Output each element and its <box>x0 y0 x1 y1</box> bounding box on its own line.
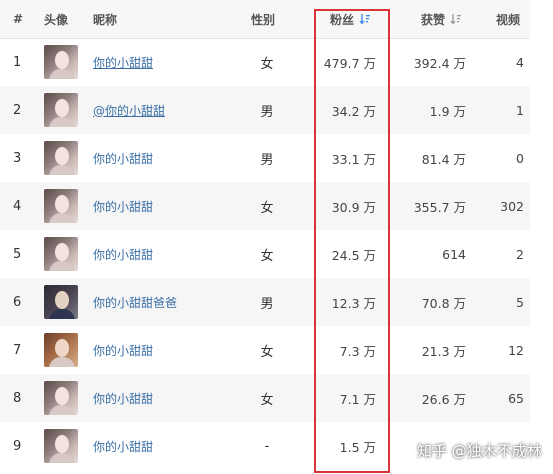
row-gender: 女 <box>260 344 274 360</box>
row-nickname-link[interactable]: 你的小甜甜 <box>93 198 153 215</box>
row-index: 3 <box>13 150 22 166</box>
row-gender: 女 <box>260 248 274 264</box>
row-gender: 女 <box>260 392 274 408</box>
row-videos: 5 <box>516 294 524 310</box>
row-likes: 21.3 万 <box>421 343 466 359</box>
table-header: # 头像 昵称 性别 粉丝 获赞 视频 <box>0 0 530 39</box>
row-index: 6 <box>13 294 22 310</box>
table-row[interactable]: 2 @你的小甜甜 男 34.2 万 1.9 万 1 <box>0 86 530 134</box>
header-gender: 性别 <box>251 12 276 27</box>
row-index: 5 <box>13 246 22 262</box>
row-avatar[interactable] <box>44 326 78 374</box>
row-gender: 男 <box>260 296 274 312</box>
row-nickname-link[interactable]: 你的小甜甜 <box>93 390 153 407</box>
header-likes-sort[interactable]: 获赞 <box>421 0 462 38</box>
table-row[interactable]: 3 你的小甜甜 男 33.1 万 81.4 万 0 <box>0 134 530 182</box>
row-videos: 0 <box>516 150 524 166</box>
row-nickname-link[interactable]: @你的小甜甜 <box>93 102 165 119</box>
row-fans: 7.1 万 <box>339 391 376 407</box>
row-avatar[interactable] <box>44 422 78 470</box>
row-avatar[interactable] <box>44 230 78 278</box>
girl-avatar-icon[interactable] <box>44 141 78 175</box>
row-index: 1 <box>13 54 22 70</box>
row-index: 9 <box>13 438 22 454</box>
table-row[interactable]: 1 你的小甜甜 女 479.7 万 392.4 万 4 <box>0 38 530 86</box>
row-avatar[interactable] <box>44 86 78 134</box>
girl-avatar-icon[interactable] <box>44 189 78 223</box>
row-nickname-link[interactable]: 你的小甜甜 <box>93 150 153 167</box>
row-videos: 65 <box>508 390 524 406</box>
girl-avatar-icon[interactable] <box>44 381 78 415</box>
row-likes: 81.4 万 <box>421 151 466 167</box>
row-index: 4 <box>13 198 22 214</box>
row-fans: 7.3 万 <box>339 343 376 359</box>
row-avatar[interactable] <box>44 278 78 326</box>
boy-avatar-icon[interactable] <box>44 285 78 319</box>
header-index: # <box>13 12 24 26</box>
row-nickname-link[interactable]: 你的小甜甜 <box>93 54 153 71</box>
header-fans-sort[interactable]: 粉丝 <box>330 0 371 38</box>
row-fans: 34.2 万 <box>331 103 376 119</box>
girl-avatar-icon[interactable] <box>44 93 78 127</box>
row-gender: 男 <box>260 104 274 120</box>
header-fans-label: 粉丝 <box>330 12 355 27</box>
row-fans: 1.5 万 <box>339 439 376 455</box>
row-likes: 355.7 万 <box>413 199 466 215</box>
girl-avatar-icon[interactable] <box>44 45 78 79</box>
row-index: 7 <box>13 342 22 358</box>
table-row[interactable]: 4 你的小甜甜 女 30.9 万 355.7 万 302 <box>0 182 530 230</box>
header-videos: 视频 <box>496 12 521 27</box>
row-videos: 1 <box>516 102 524 118</box>
row-likes: 1.9 万 <box>429 103 466 119</box>
page-margin <box>530 0 553 474</box>
row-videos: 2 <box>516 246 524 262</box>
row-index: 8 <box>13 390 22 406</box>
row-nickname-link[interactable]: 你的小甜甜 <box>93 246 153 263</box>
girl-avatar-icon[interactable] <box>44 429 78 463</box>
row-gender: 男 <box>260 152 274 168</box>
row-gender: 女 <box>260 56 274 72</box>
girl-avatar-icon[interactable] <box>44 333 78 367</box>
table-row[interactable]: 8 你的小甜甜 女 7.1 万 26.6 万 65 <box>0 374 530 422</box>
row-fans: 12.3 万 <box>331 295 376 311</box>
row-videos: 302 <box>500 198 524 214</box>
row-likes: 392.4 万 <box>413 55 466 71</box>
row-avatar[interactable] <box>44 374 78 422</box>
row-fans: 30.9 万 <box>331 199 376 215</box>
row-index: 2 <box>13 102 22 118</box>
header-nickname: 昵称 <box>93 12 118 27</box>
watermark: 知乎 @独木不成林 <box>417 442 542 460</box>
row-fans: 33.1 万 <box>331 151 376 167</box>
header-likes-label: 获赞 <box>421 12 446 27</box>
row-likes: 26.6 万 <box>421 391 466 407</box>
row-gender: 女 <box>260 200 274 216</box>
row-fans: 479.7 万 <box>323 55 376 71</box>
row-videos: 4 <box>516 54 524 70</box>
row-nickname-link[interactable]: 你的小甜甜爸爸 <box>93 294 177 311</box>
row-likes: 614 <box>442 246 466 262</box>
table-row[interactable]: 5 你的小甜甜 女 24.5 万 614 2 <box>0 230 530 278</box>
row-gender: - <box>264 438 270 454</box>
table-row[interactable]: 7 你的小甜甜 女 7.3 万 21.3 万 12 <box>0 326 530 374</box>
row-avatar[interactable] <box>44 38 78 86</box>
sort-desc-active-icon[interactable] <box>359 13 371 25</box>
table-row[interactable]: 6 你的小甜甜爸爸 男 12.3 万 70.8 万 5 <box>0 278 530 326</box>
row-avatar[interactable] <box>44 182 78 230</box>
row-avatar[interactable] <box>44 134 78 182</box>
girl-avatar-icon[interactable] <box>44 237 78 271</box>
row-videos: 12 <box>508 342 524 358</box>
row-nickname-link[interactable]: 你的小甜甜 <box>93 438 153 455</box>
row-likes: 70.8 万 <box>421 295 466 311</box>
row-fans: 24.5 万 <box>331 247 376 263</box>
header-avatar: 头像 <box>44 12 69 27</box>
row-nickname-link[interactable]: 你的小甜甜 <box>93 342 153 359</box>
sort-desc-icon[interactable] <box>450 13 462 25</box>
